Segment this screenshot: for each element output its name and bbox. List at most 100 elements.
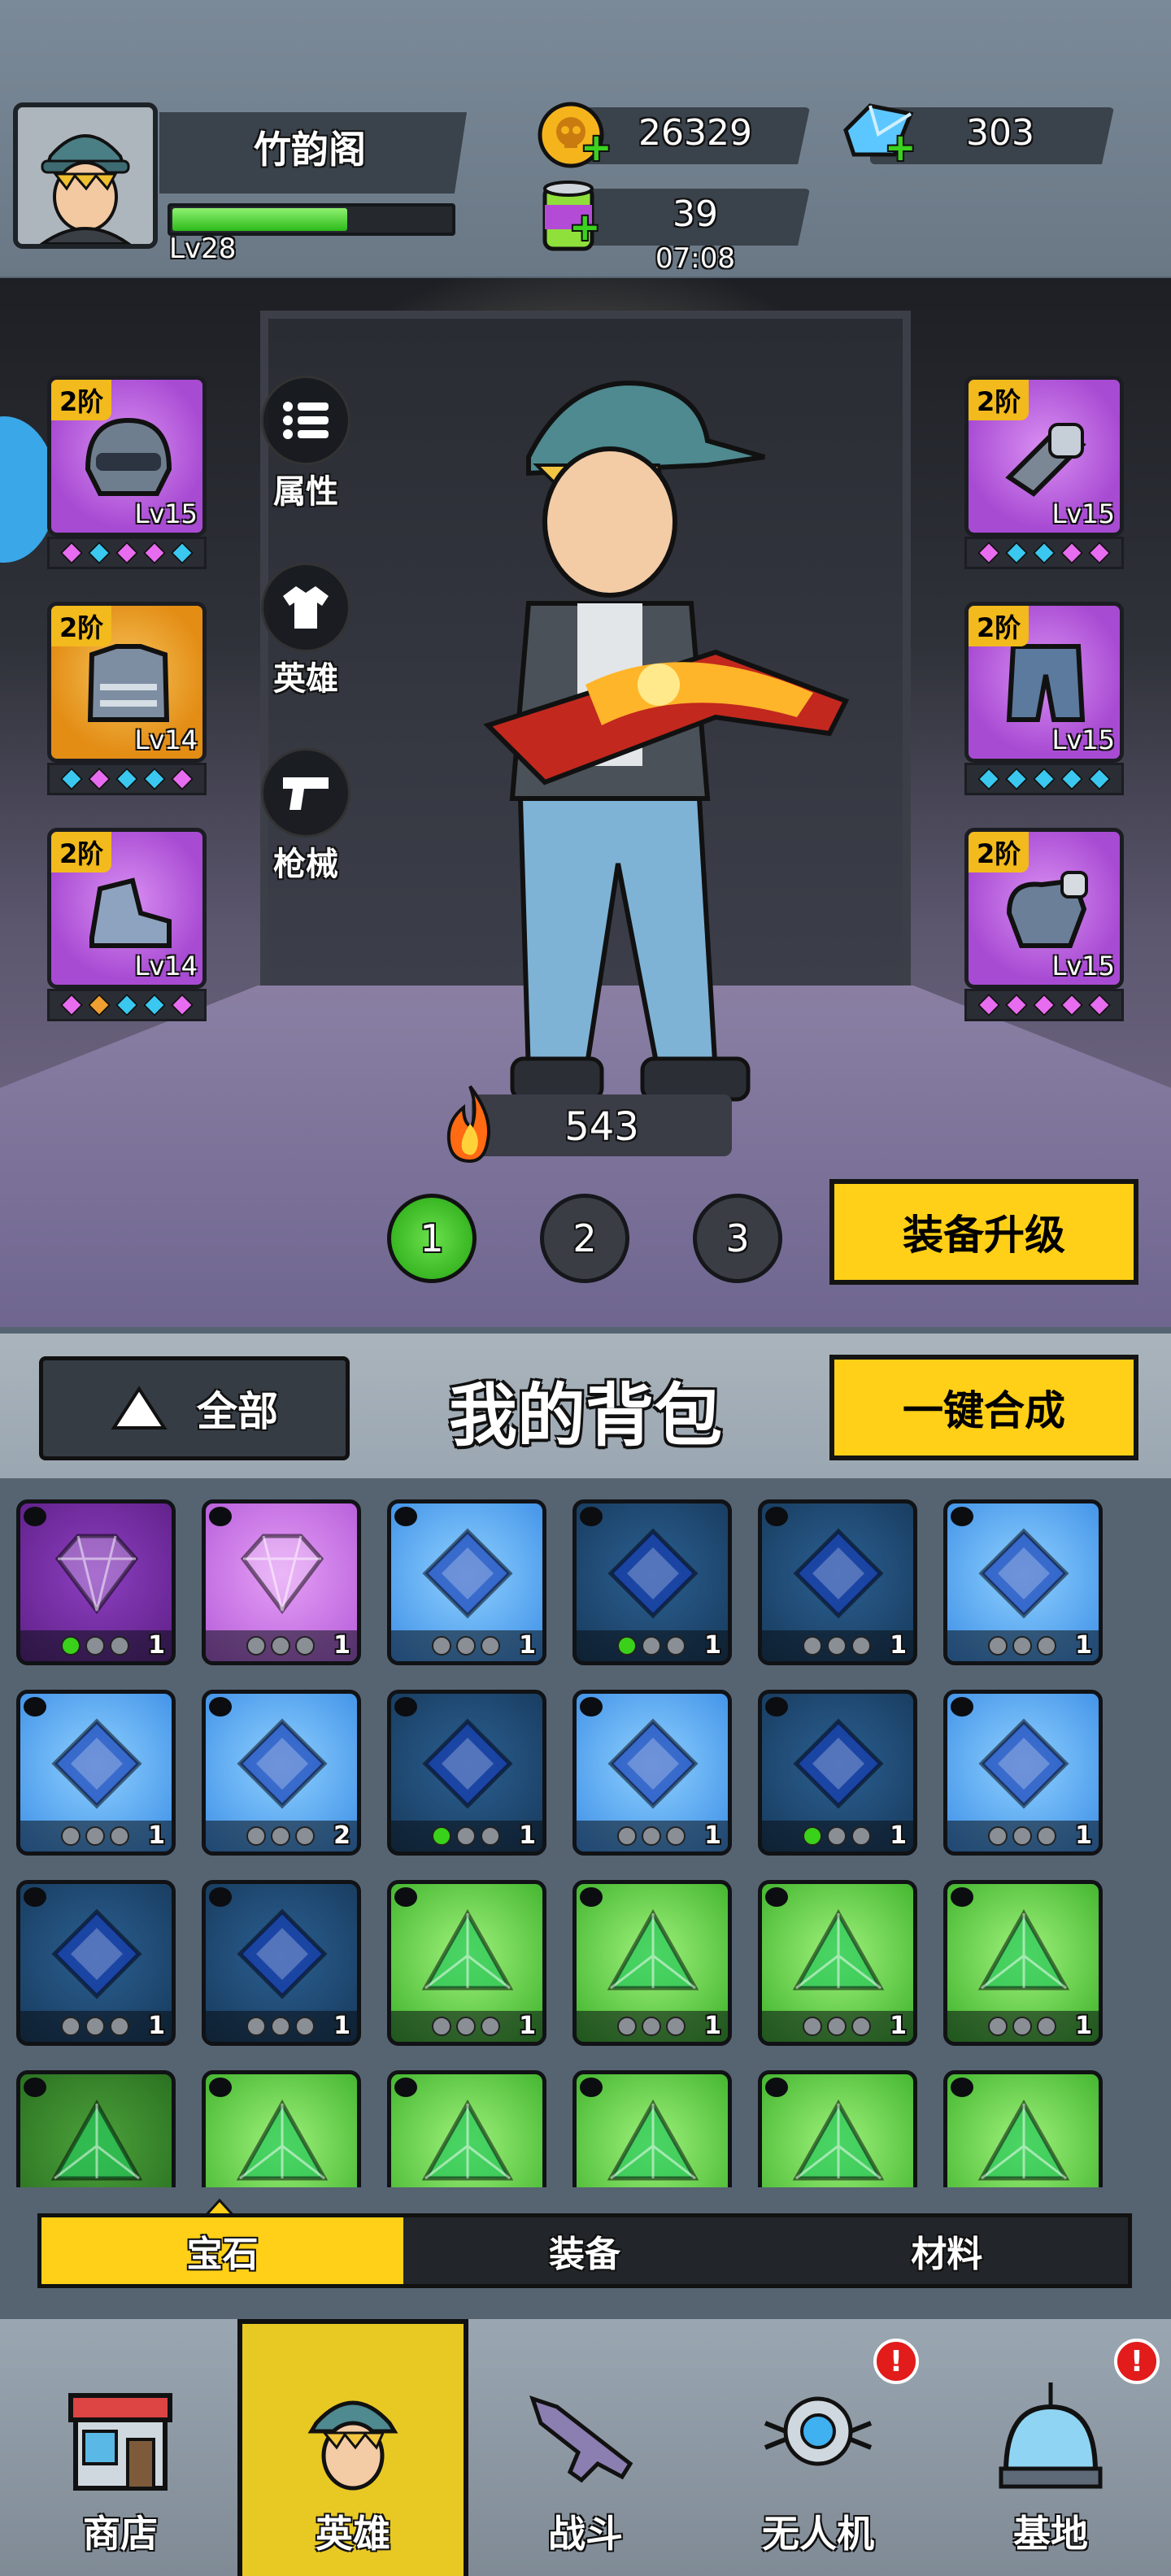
- equip-slot-shoes[interactable]: 2阶 Lv14: [47, 828, 207, 1021]
- gem-item[interactable]: 1: [202, 1499, 361, 1665]
- gem-count: 1: [519, 1631, 536, 1660]
- gem-count: 1: [1075, 1821, 1092, 1850]
- gem-item[interactable]: 1: [572, 1880, 732, 2046]
- slot-type-icon: [394, 1697, 417, 1717]
- nav-hero[interactable]: 英雄: [237, 2319, 468, 2576]
- equip-slot-gloves[interactable]: 2阶 Lv15: [964, 828, 1124, 1021]
- gem-item[interactable]: 1: [572, 1690, 732, 1856]
- backpack-tabs: 宝石 装备 材料: [37, 2213, 1132, 2288]
- slot-type-icon: [951, 1887, 973, 1907]
- gem-item[interactable]: 1: [758, 1499, 917, 1665]
- nav-shop[interactable]: 商店: [5, 2319, 236, 2576]
- upgrade-equipment-label: 装备升级: [903, 1212, 1065, 1259]
- nav-battle[interactable]: 战斗: [470, 2319, 701, 2576]
- gem-item[interactable]: 1: [758, 1690, 917, 1856]
- upgrade-dot: [1037, 2017, 1056, 2036]
- upgrade-dot: [666, 1826, 686, 1846]
- equip-slot-pants[interactable]: 2阶 Lv15: [964, 602, 1124, 795]
- slot-type-icon: [951, 1697, 973, 1717]
- hero-character: [423, 343, 895, 1107]
- upgrade-equipment-button[interactable]: 装备升级: [829, 1179, 1138, 1285]
- tier-badge: 2阶: [969, 606, 1030, 646]
- gem-item[interactable]: 1: [16, 1690, 176, 1856]
- upgrade-dot: [1012, 1636, 1032, 1656]
- gem-item[interactable]: 1: [943, 1690, 1103, 1856]
- filter-dropdown[interactable]: 全部: [39, 1356, 350, 1460]
- tab-materials[interactable]: 材料: [766, 2217, 1128, 2284]
- gem-item[interactable]: [16, 2070, 176, 2187]
- equip-slot-armor[interactable]: 2阶 Lv14: [47, 602, 207, 795]
- gem-item[interactable]: 1: [387, 1690, 546, 1856]
- backpack-panel: 全部 我的背包 一键合成 1 1 1 1 1 1 1 2 1 1 1 1 1 1 1 1 1 1 宝石 装备 材料: [0, 1334, 1171, 2317]
- loadout-page-1[interactable]: 1: [387, 1194, 477, 1283]
- gem-item[interactable]: 1: [387, 1499, 546, 1665]
- gem-item[interactable]: 1: [943, 1499, 1103, 1665]
- hero-icon: [307, 2400, 398, 2491]
- gem-item[interactable]: 1: [16, 1499, 176, 1665]
- upgrade-dot: [246, 2017, 266, 2036]
- square-gem-icon: [978, 1718, 1069, 1809]
- slot-type-icon: [394, 1507, 417, 1526]
- upgrade-dot: [246, 1826, 266, 1846]
- gem-item[interactable]: 1: [572, 1499, 732, 1665]
- xp-bar: [168, 203, 455, 236]
- upgrade-dot: [803, 1826, 822, 1846]
- upgrade-dot: [85, 2017, 105, 2036]
- loadout-page-2[interactable]: 2: [540, 1194, 629, 1283]
- upgrade-dot: [110, 2017, 129, 2036]
- nav-base[interactable]: 基地 !: [935, 2319, 1166, 2576]
- gem-item[interactable]: 2: [202, 1690, 361, 1856]
- gem-count: 1: [890, 1631, 907, 1660]
- star-row: [964, 989, 1124, 1021]
- upgrade-dot: [803, 2017, 822, 2036]
- upgrade-dot: [851, 1636, 871, 1656]
- armor-icon: [87, 644, 170, 722]
- tab-gems[interactable]: 宝石: [41, 2217, 404, 2284]
- player-avatar[interactable]: [13, 102, 158, 249]
- upgrade-dot: [61, 1636, 81, 1656]
- triangle-gem-icon: [421, 2099, 514, 2181]
- gem-item[interactable]: [202, 2070, 361, 2187]
- tab-equipment[interactable]: 装备: [403, 2217, 765, 2284]
- fire-icon: [436, 1083, 504, 1164]
- upgrade-dot: [617, 1826, 637, 1846]
- upgrade-dot: [1012, 1826, 1032, 1846]
- gem-item[interactable]: 1: [758, 1880, 917, 2046]
- slot-type-icon: [765, 1887, 788, 1907]
- combat-power-value: 543: [564, 1104, 639, 1150]
- gem-item[interactable]: [943, 2070, 1103, 2187]
- gem-item[interactable]: 1: [202, 1880, 361, 2046]
- one-click-merge-label: 一键合成: [903, 1387, 1065, 1434]
- upgrade-dot: [110, 1636, 129, 1656]
- triangle-gem-icon: [792, 2099, 885, 2181]
- nav-drone[interactable]: 无人机 !: [703, 2319, 934, 2576]
- add-energy-button[interactable]: +: [569, 205, 601, 249]
- hero-button[interactable]: 英雄: [241, 563, 371, 699]
- upgrade-dot: [617, 1636, 637, 1656]
- slot-type-icon: [580, 1697, 603, 1717]
- gem-item[interactable]: 1: [387, 1880, 546, 2046]
- glove-icon: [1006, 871, 1088, 948]
- equip-slot-bracer[interactable]: 2阶 Lv15: [964, 376, 1124, 569]
- slot-type-icon: [580, 2078, 603, 2097]
- base-alert-badge: !: [1114, 2339, 1160, 2384]
- upgrade-dot: [617, 2017, 637, 2036]
- tab-equipment-label: 装备: [548, 2234, 620, 2275]
- weapons-button[interactable]: 枪械: [241, 748, 371, 885]
- square-gem-icon: [237, 1908, 328, 1999]
- equip-slot-helmet[interactable]: 2阶 Lv15: [47, 376, 207, 569]
- tier-badge: 2阶: [51, 606, 112, 646]
- slot-type-icon: [765, 1507, 788, 1526]
- square-gem-icon: [607, 1528, 699, 1619]
- gem-item[interactable]: 1: [16, 1880, 176, 2046]
- gem-item[interactable]: [572, 2070, 732, 2187]
- gem-item[interactable]: [387, 2070, 546, 2187]
- upgrade-dot: [110, 1826, 129, 1846]
- attributes-button[interactable]: 属性: [241, 376, 371, 512]
- square-gem-icon: [51, 1908, 142, 1999]
- loadout-page-3[interactable]: 3: [693, 1194, 782, 1283]
- gem-item[interactable]: 1: [943, 1880, 1103, 2046]
- base-icon: [999, 2382, 1103, 2489]
- gem-item[interactable]: [758, 2070, 917, 2187]
- one-click-merge-button[interactable]: 一键合成: [829, 1355, 1138, 1460]
